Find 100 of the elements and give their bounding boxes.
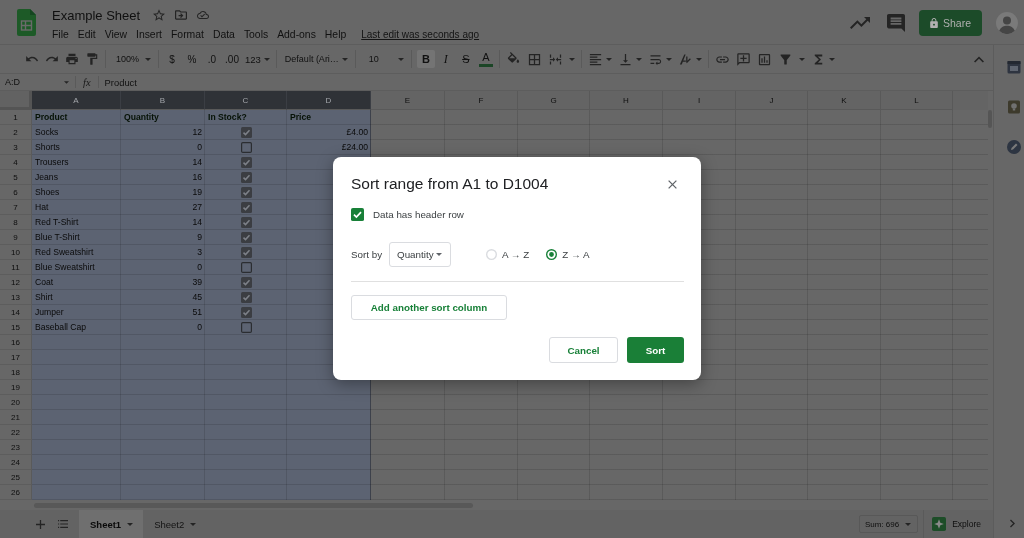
column-header[interactable]: C xyxy=(205,91,287,110)
share-button[interactable]: Share xyxy=(919,10,982,36)
caret-icon[interactable] xyxy=(635,57,642,61)
sum-dropdown[interactable]: Sum: 696 xyxy=(858,515,919,533)
bold-button[interactable]: B xyxy=(416,50,435,68)
document-title[interactable]: Example Sheet xyxy=(52,7,141,23)
menu-item[interactable]: File xyxy=(52,28,69,40)
close-icon[interactable] xyxy=(668,179,677,189)
menu-item[interactable]: Format xyxy=(171,28,204,40)
formula-input[interactable]: Product xyxy=(104,74,993,90)
checkbox[interactable] xyxy=(240,321,252,333)
radio-button[interactable] xyxy=(546,249,558,260)
row-header[interactable]: 26 xyxy=(0,485,32,500)
row-header[interactable]: 21 xyxy=(0,410,32,425)
pencil-icon[interactable] xyxy=(1007,140,1021,154)
checkbox-label[interactable]: Data has header row xyxy=(373,208,464,220)
checkbox[interactable] xyxy=(240,216,252,228)
checkbox[interactable] xyxy=(240,171,252,183)
folder-icon[interactable] xyxy=(175,9,188,21)
row-header[interactable]: 9 xyxy=(0,230,32,245)
row-header[interactable]: 18 xyxy=(0,365,32,380)
star-icon[interactable] xyxy=(153,9,166,21)
checkbox[interactable] xyxy=(240,246,252,258)
row-header[interactable]: 15 xyxy=(0,320,32,335)
cloud-check-icon[interactable] xyxy=(197,9,210,21)
column-dropdown[interactable]: Quantity xyxy=(389,242,452,267)
font-dropdown[interactable]: Default (Ari… xyxy=(279,49,352,69)
checkbox[interactable] xyxy=(351,207,364,221)
print-icon[interactable] xyxy=(65,52,79,66)
avatar-icon[interactable] xyxy=(996,12,1018,34)
add-sort-column-button[interactable]: Add another sort column xyxy=(351,295,507,320)
last-edit-link[interactable]: Last edit was seconds ago xyxy=(361,28,480,40)
name-box[interactable]: A:D xyxy=(0,74,75,90)
column-header[interactable]: A xyxy=(32,91,121,110)
menu-item[interactable]: View xyxy=(104,28,127,40)
checkbox[interactable] xyxy=(240,291,252,303)
column-header[interactable]: B xyxy=(121,91,205,110)
row-header[interactable]: 7 xyxy=(0,200,32,215)
sheet-tab[interactable]: Sheet1 xyxy=(79,510,144,538)
checkbox[interactable] xyxy=(240,186,252,198)
caret-icon[interactable] xyxy=(665,57,672,61)
row-header[interactable]: 10 xyxy=(0,245,32,260)
number-format-dropdown[interactable]: 123 xyxy=(242,49,273,69)
checkbox[interactable] xyxy=(240,276,252,288)
calendar-icon[interactable] xyxy=(1007,60,1021,74)
checkbox[interactable] xyxy=(240,126,252,138)
align-left-icon[interactable] xyxy=(587,51,603,67)
menu-item[interactable]: Data xyxy=(212,28,235,40)
trend-line-icon[interactable] xyxy=(850,17,870,29)
caret-icon[interactable] xyxy=(568,57,575,61)
row-header[interactable]: 6 xyxy=(0,185,32,200)
row-header[interactable]: 3 xyxy=(0,140,32,155)
checkbox[interactable] xyxy=(240,141,252,153)
row-header[interactable]: 24 xyxy=(0,455,32,470)
row-header[interactable]: 8 xyxy=(0,215,32,230)
spreadsheet-icon[interactable] xyxy=(17,9,36,36)
menu-item[interactable]: Add-ons xyxy=(277,28,316,40)
plus-icon[interactable] xyxy=(36,519,45,529)
comment-icon[interactable] xyxy=(887,14,905,32)
radio-label[interactable]: A → Z xyxy=(502,249,530,260)
menu-item[interactable]: Edit xyxy=(77,28,96,40)
menu-item[interactable]: Insert xyxy=(136,28,162,40)
checkbox[interactable] xyxy=(240,306,252,318)
row-header[interactable]: 25 xyxy=(0,470,32,485)
row-header[interactable]: 2 xyxy=(0,125,32,140)
italic-button[interactable]: I xyxy=(435,50,456,68)
row-header[interactable]: 20 xyxy=(0,395,32,410)
paint-roller-icon[interactable] xyxy=(85,52,99,66)
row-header[interactable]: 16 xyxy=(0,335,32,350)
checkbox[interactable] xyxy=(240,261,252,273)
row-header[interactable]: 14 xyxy=(0,305,32,320)
menu-item[interactable]: Tools xyxy=(243,28,269,40)
row-header[interactable]: 13 xyxy=(0,290,32,305)
chart-icon[interactable] xyxy=(756,51,772,67)
borders-icon[interactable] xyxy=(526,51,542,67)
list-icon[interactable] xyxy=(58,520,68,528)
row-header[interactable]: 17 xyxy=(0,350,32,365)
caret-icon[interactable] xyxy=(828,57,835,61)
sort-button[interactable]: Sort xyxy=(627,337,684,363)
row-header[interactable]: 19 xyxy=(0,380,32,395)
row-header[interactable]: 1 xyxy=(0,110,32,125)
column-header[interactable]: D xyxy=(287,91,371,110)
increase-decimals-button[interactable]: .00 xyxy=(222,50,242,68)
checkbox[interactable] xyxy=(240,201,252,213)
font-size-dropdown[interactable]: 10 xyxy=(358,49,405,69)
row-header[interactable]: 5 xyxy=(0,170,32,185)
add-comment-icon[interactable] xyxy=(735,51,751,67)
row-header[interactable]: 11 xyxy=(0,260,32,275)
row-header[interactable]: 12 xyxy=(0,275,32,290)
menu-item[interactable]: Help xyxy=(324,28,347,40)
chevron-right-icon[interactable] xyxy=(1010,519,1015,528)
sheet-tab[interactable]: Sheet2 xyxy=(143,510,207,538)
cancel-button[interactable]: Cancel xyxy=(549,337,618,363)
strikethrough-button[interactable]: S xyxy=(455,50,476,68)
chevron-up-icon[interactable] xyxy=(974,55,984,63)
checkbox[interactable] xyxy=(240,231,252,243)
explore-button[interactable]: Explore xyxy=(932,517,981,531)
text-color-button[interactable]: A xyxy=(478,51,493,67)
checkbox[interactable] xyxy=(240,156,252,168)
percent-format-button[interactable]: % xyxy=(182,50,202,68)
